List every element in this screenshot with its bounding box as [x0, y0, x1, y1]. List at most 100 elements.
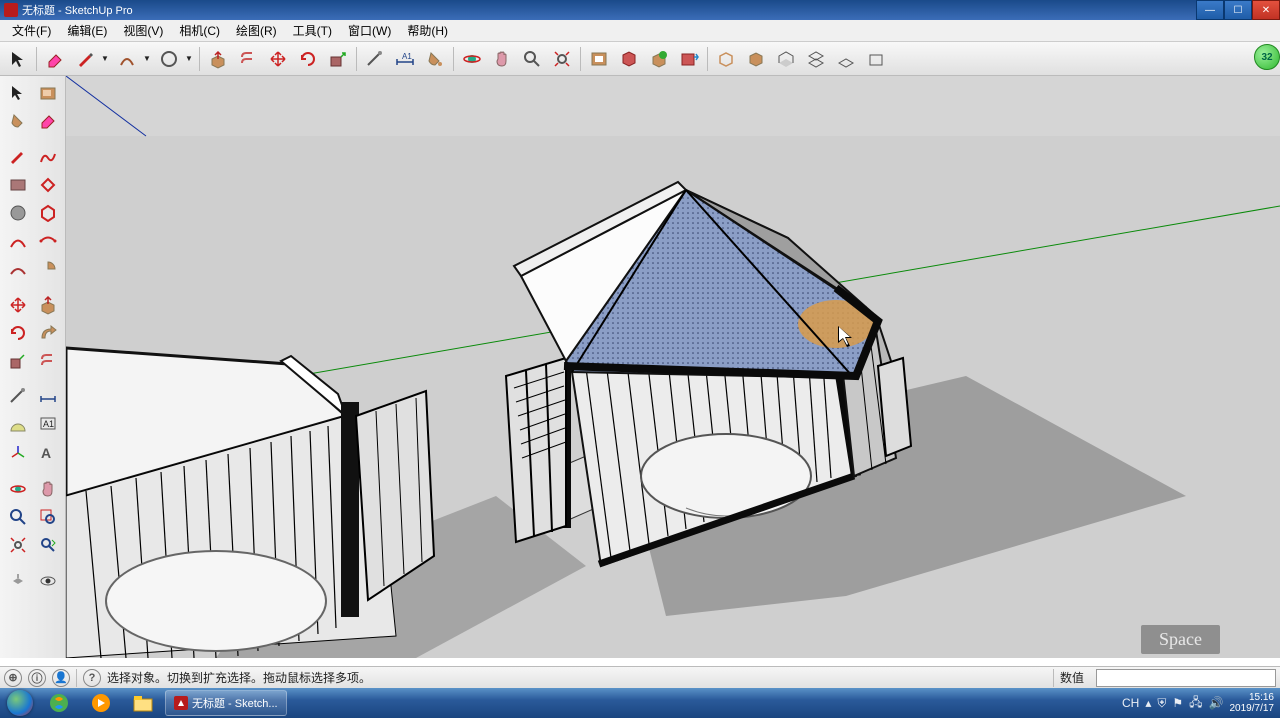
shape-dropdown-icon[interactable]: ▼	[185, 54, 195, 63]
tray-date: 2019/7/17	[1230, 703, 1275, 714]
3point-arc-icon[interactable]	[4, 256, 32, 282]
help-icon[interactable]: ?	[83, 669, 101, 687]
component-upload-icon[interactable]	[645, 45, 673, 73]
arc-dropdown-icon[interactable]: ▼	[143, 54, 153, 63]
zoom-extents-icon[interactable]	[4, 532, 32, 558]
text-tool-icon[interactable]: A1	[34, 412, 62, 438]
scale-tool-icon[interactable]	[4, 348, 32, 374]
minimize-button[interactable]: —	[1196, 0, 1224, 20]
make-component-icon[interactable]	[34, 80, 62, 106]
ime-indicator[interactable]: CH	[1122, 696, 1139, 710]
tray-flag-icon[interactable]: ⚑	[1172, 696, 1183, 710]
app-icon	[4, 3, 18, 17]
2point-arc-icon[interactable]	[34, 228, 62, 254]
solid-tool-1-icon[interactable]	[712, 45, 740, 73]
viewport-3d[interactable]: Space	[66, 76, 1280, 658]
dimension-tool-icon[interactable]	[34, 384, 62, 410]
orbit-tool-icon[interactable]	[458, 45, 486, 73]
pie-tool-icon[interactable]	[34, 256, 62, 282]
line-tool-icon[interactable]	[4, 144, 32, 170]
pushpull-tool-icon[interactable]	[34, 292, 62, 318]
signin-icon[interactable]: 👤	[52, 669, 70, 687]
followme-tool-icon[interactable]	[34, 320, 62, 346]
geolocation-icon[interactable]: ⊕	[4, 669, 22, 687]
tray-volume-icon[interactable]: 🔊	[1209, 696, 1224, 710]
titlebar: 无标题 - SketchUp Pro — ☐ ✕	[0, 0, 1280, 20]
polygon-tool-icon[interactable]	[34, 200, 62, 226]
close-button[interactable]: ✕	[1252, 0, 1280, 20]
extension-icon[interactable]	[615, 45, 643, 73]
rotated-rect-tool-icon[interactable]	[34, 172, 62, 198]
tape-measure-icon[interactable]	[4, 384, 32, 410]
tray-up-icon[interactable]: ▴	[1145, 696, 1151, 710]
menu-edit[interactable]: 编辑(E)	[59, 20, 115, 41]
rotate-tool-icon[interactable]	[294, 45, 322, 73]
menu-view[interactable]: 视图(V)	[115, 20, 171, 41]
file-explorer-icon[interactable]	[123, 690, 163, 716]
offset-tool-icon[interactable]	[34, 348, 62, 374]
menu-tools[interactable]: 工具(T)	[285, 20, 340, 41]
dimension-tool-icon[interactable]: A1	[391, 45, 419, 73]
paint-tool-icon[interactable]	[421, 45, 449, 73]
credits-icon[interactable]: ⓘ	[28, 669, 46, 687]
tray-shield-icon[interactable]: ⛨	[1157, 696, 1166, 711]
main-toolbar: ▼ ▼ ▼ A1 32	[0, 42, 1280, 76]
pinned-app-1-icon[interactable]	[39, 690, 79, 716]
circle-tool-icon[interactable]	[4, 200, 32, 226]
freehand-tool-icon[interactable]	[34, 144, 62, 170]
send-icon[interactable]	[675, 45, 703, 73]
rotate-tool-icon[interactable]	[4, 320, 32, 346]
start-button[interactable]	[2, 689, 38, 717]
tray-clock[interactable]: 15:16 2019/7/17	[1230, 692, 1275, 714]
maximize-button[interactable]: ☐	[1224, 0, 1252, 20]
zoom-window-icon[interactable]	[34, 504, 62, 530]
3dtext-tool-icon[interactable]: A	[34, 440, 62, 466]
previous-view-icon[interactable]	[34, 532, 62, 558]
pan-tool-icon[interactable]	[34, 476, 62, 502]
pan-tool-icon[interactable]	[488, 45, 516, 73]
orbit-tool-icon[interactable]	[4, 476, 32, 502]
pencil-dropdown-icon[interactable]: ▼	[101, 54, 111, 63]
paint-bucket-icon[interactable]	[4, 108, 32, 134]
menu-help[interactable]: 帮助(H)	[399, 20, 456, 41]
section-display-icon[interactable]	[802, 45, 830, 73]
taskbar-app-sketchup[interactable]: 无标题 - Sketch...	[165, 690, 287, 716]
tape-tool-icon[interactable]	[361, 45, 389, 73]
protractor-tool-icon[interactable]	[4, 412, 32, 438]
scale-tool-icon[interactable]	[324, 45, 352, 73]
windows-taskbar: 无标题 - Sketch... CH ▴ ⛨ ⚑ 🖧 🔊 15:16 2019/…	[0, 688, 1280, 718]
select-tool-icon[interactable]	[4, 45, 32, 73]
menu-draw[interactable]: 绘图(R)	[228, 20, 285, 41]
move-tool-icon[interactable]	[264, 45, 292, 73]
zoom-tool-icon[interactable]	[4, 504, 32, 530]
offset-tool-icon[interactable]	[234, 45, 262, 73]
axes-tool-icon[interactable]	[4, 440, 32, 466]
pencil-tool-icon[interactable]	[71, 45, 99, 73]
pushpull-tool-icon[interactable]	[204, 45, 232, 73]
warehouse-icon[interactable]	[585, 45, 613, 73]
svg-text:A: A	[41, 445, 51, 461]
select-tool-icon[interactable]	[4, 80, 32, 106]
section-fill-icon[interactable]	[862, 45, 890, 73]
position-camera-icon[interactable]	[4, 568, 32, 594]
section-plane-icon[interactable]	[772, 45, 800, 73]
look-around-icon[interactable]	[34, 568, 62, 594]
tray-network-icon[interactable]: 🖧	[1189, 693, 1202, 714]
menu-window[interactable]: 窗口(W)	[340, 20, 399, 41]
zoom-extents-tool-icon[interactable]	[548, 45, 576, 73]
shape-tool-icon[interactable]	[155, 45, 183, 73]
menu-file[interactable]: 文件(F)	[4, 20, 59, 41]
arc-tool-icon[interactable]	[113, 45, 141, 73]
move-tool-icon[interactable]	[4, 292, 32, 318]
menu-camera[interactable]: 相机(C)	[171, 20, 228, 41]
eraser-tool-icon[interactable]	[34, 108, 62, 134]
rectangle-tool-icon[interactable]	[4, 172, 32, 198]
section-cut-icon[interactable]	[832, 45, 860, 73]
solid-tool-2-icon[interactable]	[742, 45, 770, 73]
notification-badge[interactable]: 32	[1254, 44, 1280, 70]
pinned-app-2-icon[interactable]	[81, 690, 121, 716]
zoom-tool-icon[interactable]	[518, 45, 546, 73]
eraser-tool-icon[interactable]	[41, 45, 69, 73]
arc-tool-icon[interactable]	[4, 228, 32, 254]
measurement-input[interactable]	[1096, 669, 1276, 687]
